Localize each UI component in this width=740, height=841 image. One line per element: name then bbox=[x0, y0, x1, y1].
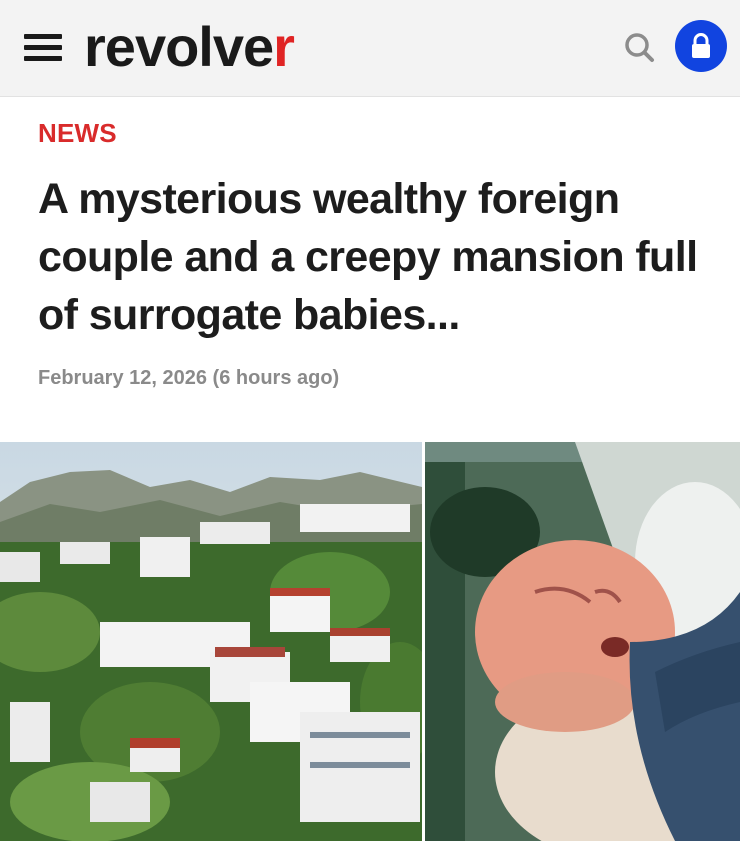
article-category[interactable]: NEWS bbox=[38, 118, 117, 149]
article-dateline: February 12, 2026 (6 hours ago) bbox=[38, 367, 340, 389]
logo-accent-letter: r bbox=[273, 15, 295, 78]
account-lock-button[interactable] bbox=[675, 20, 727, 72]
logo-text: revolve bbox=[84, 15, 274, 78]
article-image-collage[interactable] bbox=[0, 442, 740, 841]
search-icon[interactable] bbox=[622, 30, 658, 66]
hillside-mansions-photo bbox=[0, 442, 422, 841]
site-logo[interactable]: revolver bbox=[84, 14, 295, 80]
article-headline[interactable]: A mysterious wealthy foreign couple and … bbox=[38, 170, 718, 344]
hamburger-menu-icon[interactable] bbox=[24, 34, 62, 62]
site-header: revolver bbox=[0, 0, 740, 97]
crying-baby-photo bbox=[425, 442, 740, 841]
lock-icon bbox=[692, 33, 710, 58]
